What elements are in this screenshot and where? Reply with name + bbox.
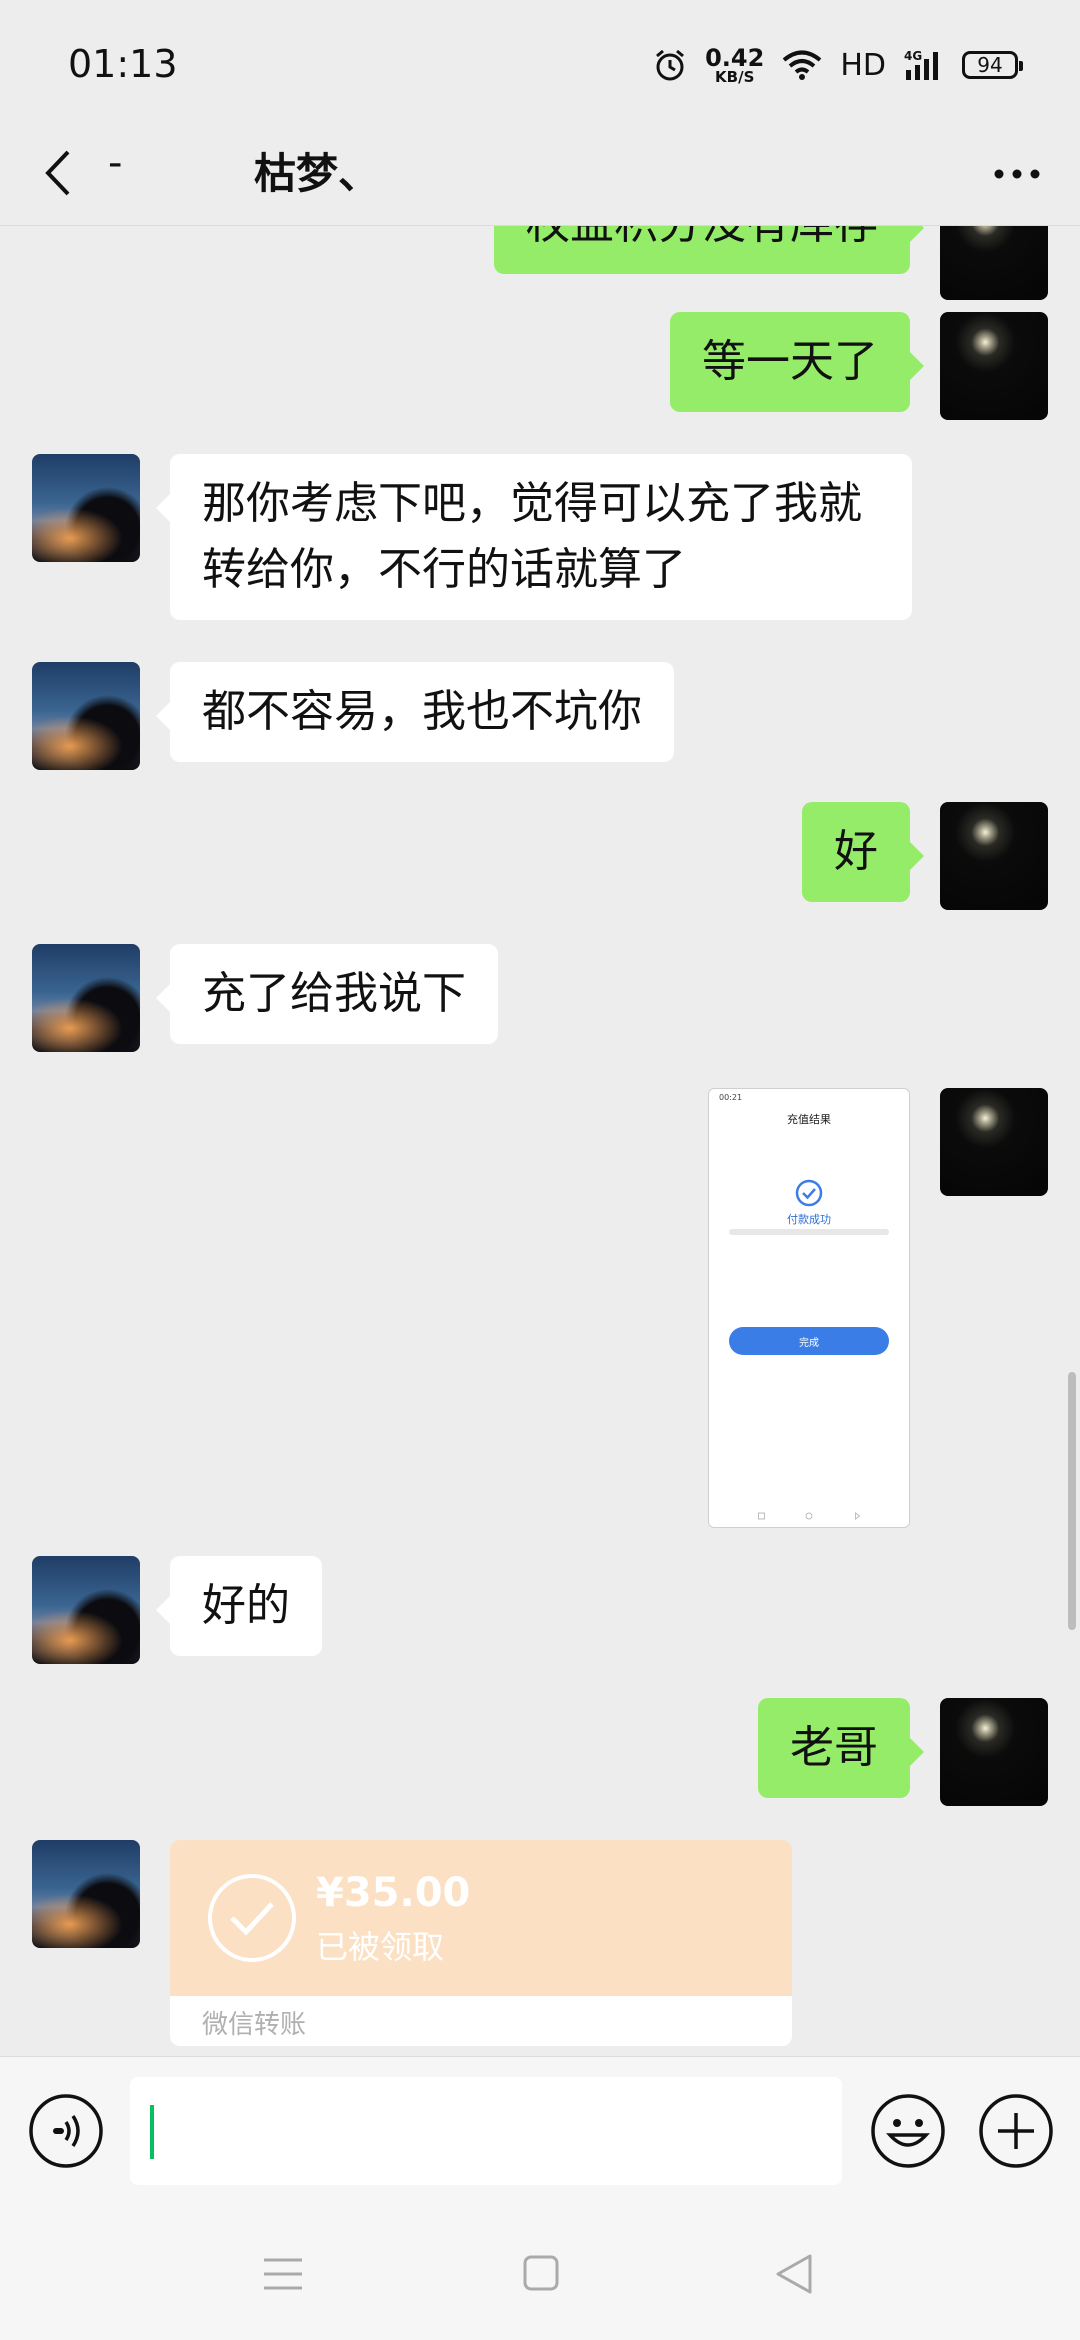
message-bubble-outgoing[interactable]: 等一天了 [670, 312, 924, 412]
self-avatar[interactable] [940, 802, 1048, 910]
net-speed: 0.42 KB/S [705, 46, 764, 85]
screenshot-description [729, 1229, 889, 1235]
header-dash: - [108, 140, 123, 186]
transfer-card[interactable]: ¥35.00 已被领取 微信转账 [170, 1840, 792, 2046]
signal-icon: 4G [904, 49, 938, 80]
transfer-card-footer: 微信转账 [170, 1996, 792, 2046]
screenshot-success-text: 付款成功 [787, 1213, 831, 1226]
message-bubble-incoming[interactable]: 好的 [156, 1556, 322, 1656]
chat-area[interactable]: 权益积分没有库存 等一天了 那你考虑下吧，觉得可以充了我就 转给你，不行的话就算… [0, 226, 1080, 2056]
message-bubble-outgoing[interactable]: 好 [802, 802, 924, 902]
transfer-amount: ¥35.00 [316, 1870, 471, 1916]
message-bubble-outgoing[interactable]: 权益积分没有库存 [494, 226, 924, 274]
alarm-icon [656, 49, 685, 81]
message-line: 转给你，不行的话就算了 [202, 544, 686, 595]
screenshot-status-time: 00:21 [719, 1093, 743, 1102]
system-nav-bar [0, 2206, 1080, 2340]
contact-avatar[interactable] [32, 662, 140, 770]
contact-avatar[interactable] [32, 1556, 140, 1664]
plus-icon[interactable] [978, 2093, 1054, 2169]
battery-indicator: 94 [962, 51, 1023, 79]
transfer-card-body: ¥35.00 已被领取 [170, 1840, 792, 1996]
message-input[interactable] [130, 2077, 842, 2185]
screenshot-nav-icons [758, 1512, 861, 1520]
message-bubble-incoming[interactable]: 那你考虑下吧，觉得可以充了我就 转给你，不行的话就算了 [156, 454, 912, 620]
net-speed-unit: KB/S [715, 67, 755, 86]
status-icons: 0.42 KB/S HD 4G 94 [653, 40, 1023, 90]
check-circle-icon [795, 1179, 823, 1207]
self-avatar[interactable] [940, 226, 1048, 300]
screenshot-done-button: 完成 [729, 1327, 889, 1355]
svg-text:4G: 4G [904, 49, 922, 63]
self-avatar[interactable] [940, 1698, 1048, 1806]
hd-label: HD [840, 47, 886, 83]
self-avatar[interactable] [940, 312, 1048, 420]
input-bar [0, 2056, 1080, 2206]
contact-avatar[interactable] [32, 944, 140, 1052]
check-circle-icon [208, 1874, 296, 1962]
menu-icon[interactable] [262, 2254, 304, 2294]
screenshot-title: 充值结果 [787, 1113, 831, 1126]
wifi-icon [783, 50, 822, 80]
status-bar: 01:13 0.42 KB/S HD 4G 94 [0, 0, 1080, 130]
message-bubble-outgoing[interactable]: 老哥 [758, 1698, 924, 1798]
emoji-icon[interactable] [870, 2093, 946, 2169]
message-line: 那你考虑下吧，觉得可以充了我就 [202, 478, 862, 529]
text-cursor [150, 2105, 154, 2159]
net-speed-value: 0.42 [705, 43, 765, 72]
status-time: 01:13 [68, 42, 178, 86]
chat-title: 枯梦、 [254, 149, 381, 198]
message-bubble-incoming[interactable]: 充了给我说下 [156, 944, 498, 1044]
self-avatar[interactable] [940, 1088, 1048, 1196]
back-triangle-icon[interactable] [772, 2252, 816, 2296]
home-icon[interactable] [522, 2254, 560, 2292]
more-dots-icon[interactable] [982, 144, 1052, 204]
back-chevron-icon[interactable] [36, 138, 80, 208]
transfer-label: 微信转账 [202, 2010, 307, 2040]
image-message[interactable]: 00:21 充值结果 付款成功 完成 [708, 1088, 910, 1528]
contact-avatar[interactable] [32, 454, 140, 562]
chat-header: - 枯梦、 [0, 120, 1080, 226]
voice-icon[interactable] [28, 2093, 104, 2169]
contact-avatar[interactable] [32, 1840, 140, 1948]
message-bubble-incoming[interactable]: 都不容易，我也不坑你 [156, 662, 674, 762]
scrollbar[interactable] [1068, 1372, 1076, 1630]
transfer-status: 已被领取 [316, 1928, 445, 1966]
